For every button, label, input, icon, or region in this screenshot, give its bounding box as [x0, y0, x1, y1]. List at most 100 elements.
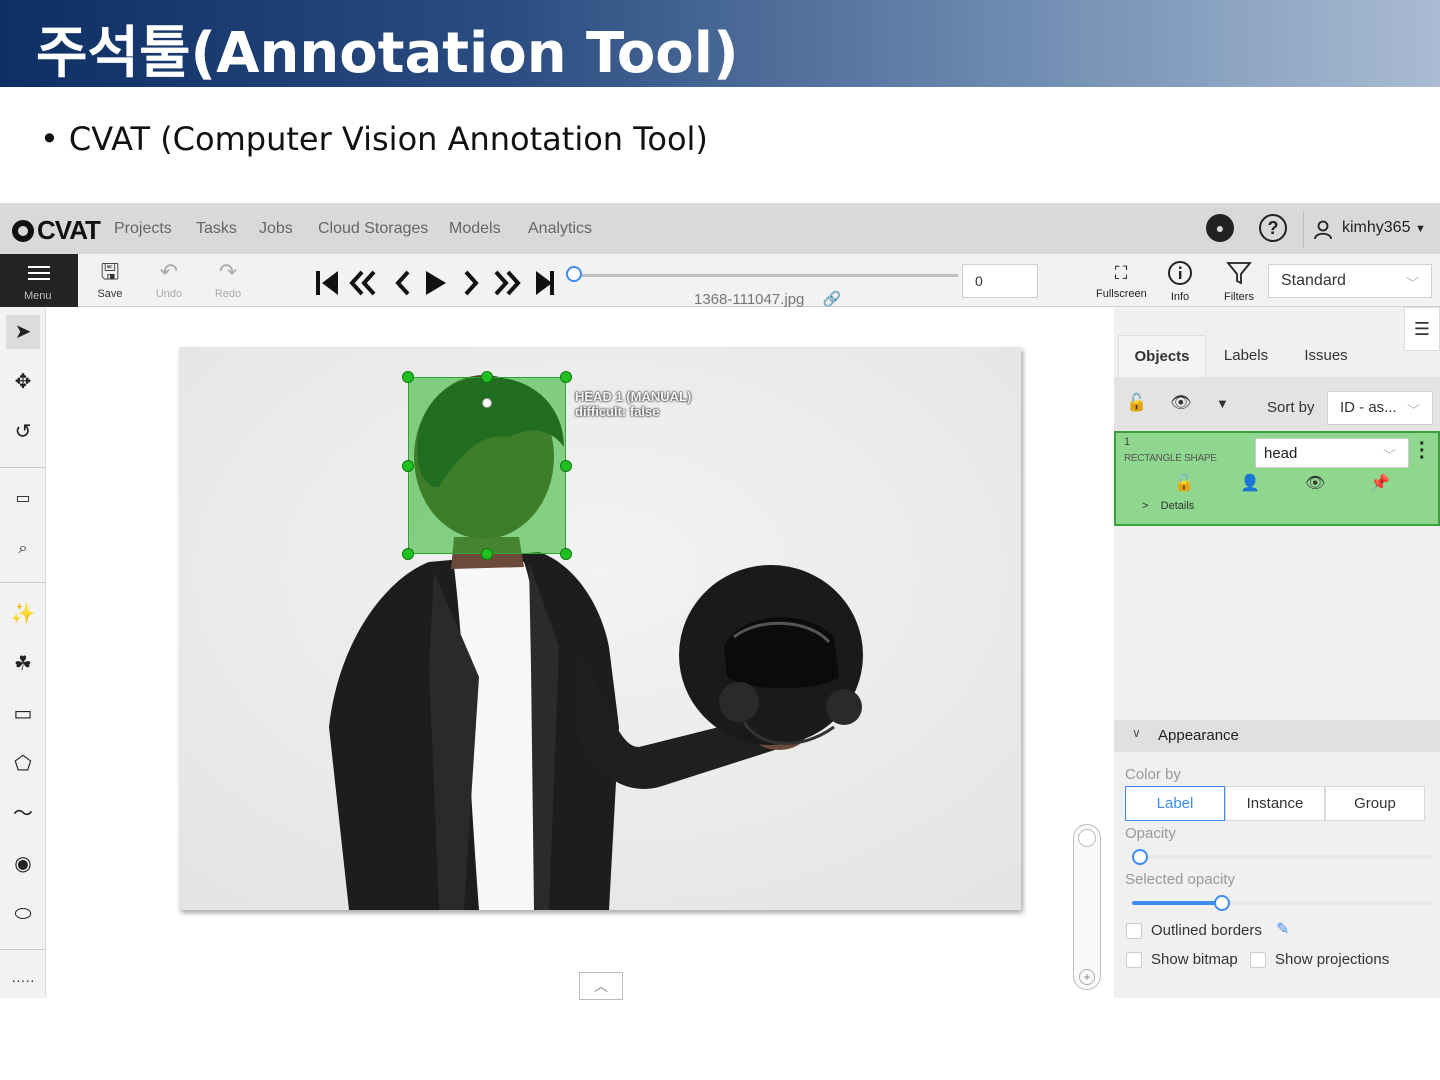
selected-opacity-fill	[1132, 901, 1222, 905]
cursor-icon[interactable]: ➤	[6, 315, 40, 349]
bbox-handle-top-left[interactable]	[402, 371, 414, 383]
opacity-slider[interactable]	[1132, 855, 1432, 859]
rectangle-icon[interactable]: ▭	[6, 697, 40, 731]
cvat-logo[interactable]: CVAT	[12, 215, 101, 246]
show-projections-label: Show projections	[1275, 951, 1390, 968]
sort-by-label: Sort by	[1267, 399, 1315, 416]
tab-objects[interactable]: Objects	[1118, 335, 1206, 377]
sort-select[interactable]: ID - as... ﹀	[1327, 391, 1433, 425]
caret-down-icon[interactable]: ▼	[1216, 396, 1229, 411]
points-icon[interactable]: ◉	[6, 847, 40, 881]
last-frame-icon	[536, 271, 552, 295]
show-bitmap-checkbox[interactable]	[1126, 952, 1142, 968]
tab-labels[interactable]: Labels	[1208, 335, 1284, 377]
eye-all-icon[interactable]: 👁	[1170, 393, 1192, 413]
workspace-select[interactable]: Standard ﹀	[1268, 264, 1432, 298]
selected-opacity-slider-handle[interactable]	[1214, 895, 1230, 911]
nav-cloud-storages[interactable]: Cloud Storages	[318, 220, 428, 238]
show-projections-checkbox[interactable]	[1250, 952, 1266, 968]
polygon-icon[interactable]: ⬠	[6, 747, 40, 781]
nav-jobs[interactable]: Jobs	[259, 220, 293, 238]
tab-issues[interactable]: Issues	[1288, 335, 1364, 377]
more-tools-icon[interactable]: ·····	[6, 963, 40, 997]
redo-button[interactable]: ↷ Redo	[209, 254, 247, 307]
save-button[interactable]: 🖫 Save	[92, 254, 128, 307]
zoom-handle[interactable]	[1078, 829, 1096, 847]
object-pin-icon[interactable]: 📌	[1370, 473, 1390, 493]
fast-forward-icon	[494, 270, 509, 296]
color-by-label-option[interactable]: Label	[1125, 786, 1225, 821]
color-by-instance-option[interactable]: Instance	[1225, 786, 1325, 821]
annotation-canvas[interactable]: HEAD 1 (MANUAL) difficult: false ︿	[46, 307, 1114, 1000]
object-lock-icon[interactable]: 🔓	[1174, 473, 1194, 493]
help-icon[interactable]: ?	[1259, 214, 1287, 242]
ellipse-icon[interactable]: ⬭	[6, 897, 40, 931]
bbox-handle-bottom-left[interactable]	[402, 548, 414, 560]
outlined-borders-checkbox[interactable]	[1126, 923, 1142, 939]
openvino-icon[interactable]: ☘	[6, 647, 40, 681]
selected-opacity-label: Selected opacity	[1125, 871, 1236, 888]
object-more-icon[interactable]: · · ·	[1419, 434, 1426, 468]
nav-models[interactable]: Models	[449, 220, 501, 238]
move-icon[interactable]: ✥	[6, 365, 40, 399]
nav-tasks[interactable]: Tasks	[196, 220, 237, 238]
redo-icon: ↷	[218, 259, 238, 284]
zoom-in-icon[interactable]: +	[1079, 969, 1095, 985]
first-frame-bar	[316, 271, 320, 295]
object-label-select[interactable]: head ﹀	[1255, 438, 1409, 468]
opacity-label: Opacity	[1125, 825, 1176, 842]
bbox-handle-bottom-right[interactable]	[560, 548, 572, 560]
color-by-group-option[interactable]: Group	[1325, 786, 1425, 821]
bbox-handle-bottom[interactable]	[481, 548, 493, 560]
zoom-region-icon[interactable]: ⌕	[6, 532, 40, 566]
hamburger-icon	[28, 266, 50, 284]
zoom-slider[interactable]: +	[1073, 824, 1101, 990]
prev-frame-icon	[395, 270, 410, 296]
chevron-down-icon: ﹀	[1406, 403, 1420, 418]
user-menu[interactable]: kimhy365 ▼	[1342, 219, 1426, 237]
menu-button[interactable]: Menu	[0, 254, 78, 307]
magic-wand-icon[interactable]: ✨	[6, 597, 40, 631]
bbox-rotation-handle[interactable]	[482, 398, 492, 408]
fullscreen-button[interactable]: ⛶ Fullscreen	[1096, 258, 1147, 300]
bbox-handle-top[interactable]	[481, 371, 493, 383]
user-icon	[1314, 220, 1332, 240]
slide-bullet: • CVAT (Computer Vision Annotation Tool)	[40, 120, 708, 158]
rotate-icon[interactable]: ↺	[6, 415, 40, 449]
bbox-handle-top-right[interactable]	[560, 371, 572, 383]
top-navbar: CVAT Projects Tasks Jobs Cloud Storages …	[0, 203, 1440, 254]
undo-button[interactable]: ↶ Undo	[150, 254, 188, 307]
info-button[interactable]: Info	[1162, 258, 1198, 303]
info-icon	[1168, 261, 1192, 285]
collapse-bottom-button[interactable]: ︿	[579, 972, 623, 1000]
divider	[1303, 211, 1304, 247]
fast-back-icon	[349, 270, 364, 296]
object-visible-icon[interactable]: 👁	[1305, 473, 1325, 493]
github-icon[interactable]: ●	[1206, 214, 1234, 242]
polyline-icon[interactable]: 〜	[6, 797, 40, 831]
color-picker-icon[interactable]: ✎	[1276, 919, 1289, 939]
fit-image-icon[interactable]: ▭	[6, 482, 40, 516]
object-occluded-icon[interactable]: 👤	[1240, 473, 1260, 493]
chevron-down-icon: ﹀	[1405, 276, 1419, 291]
frame-slider-handle[interactable]	[566, 266, 582, 282]
outlined-borders-label: Outlined borders	[1151, 922, 1262, 939]
frame-number-input[interactable]: 0	[962, 264, 1038, 298]
filters-button[interactable]: Filters	[1222, 258, 1256, 303]
nav-projects[interactable]: Projects	[114, 220, 172, 238]
opacity-slider-handle[interactable]	[1132, 849, 1148, 865]
bbox-handle-right[interactable]	[560, 460, 572, 472]
bbox-handle-left[interactable]	[402, 460, 414, 472]
lock-all-icon[interactable]: 🔓	[1126, 393, 1147, 413]
bullet-text: CVAT (Computer Vision Annotation Tool)	[68, 120, 708, 158]
appearance-header[interactable]: ∨ Appearance	[1114, 720, 1440, 752]
frame-slider-track[interactable]	[580, 274, 958, 277]
object-id: 1	[1124, 436, 1131, 448]
nav-analytics[interactable]: Analytics	[528, 220, 592, 238]
frame-filename: 1368-111047.jpg 🔗	[694, 291, 842, 308]
bbox-text-label: HEAD 1 (MANUAL) difficult: false	[575, 389, 692, 419]
cvat-app: CVAT Projects Tasks Jobs Cloud Storages …	[0, 203, 1440, 1000]
sidebar-tabs: Objects Labels Issues	[1118, 335, 1440, 377]
object-details-toggle[interactable]: > Details	[1142, 500, 1194, 512]
undo-icon: ↶	[159, 259, 179, 284]
